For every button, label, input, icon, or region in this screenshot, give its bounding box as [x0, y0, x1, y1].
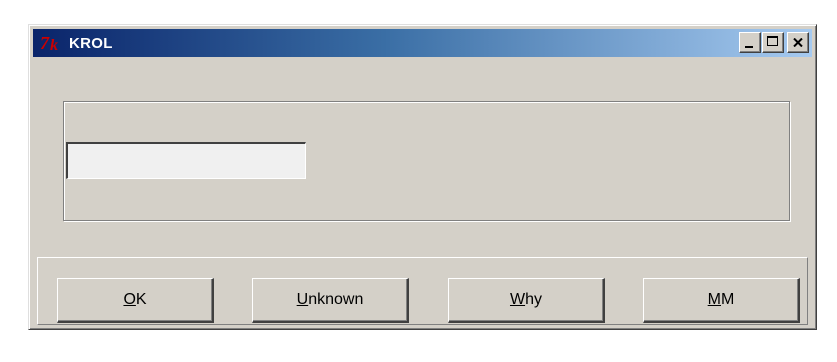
why-button-label: hy: [525, 291, 542, 308]
svg-text:k: k: [50, 37, 58, 53]
title-bar[interactable]: 7 k KROL: [33, 29, 812, 57]
krol-window: 7 k KROL OK Unknown W hy M M: [28, 24, 817, 330]
mm-button-accel: M: [707, 291, 721, 308]
tk-feather-icon[interactable]: 7 k: [39, 33, 67, 53]
minimize-button[interactable]: [739, 32, 761, 53]
svg-text:7: 7: [40, 33, 50, 53]
unknown-button-accel: U: [296, 291, 309, 308]
unknown-button[interactable]: Unknown: [252, 278, 409, 323]
close-icon: [788, 33, 808, 52]
ok-button-label: K: [135, 291, 147, 308]
window-title: KROL: [69, 34, 113, 52]
maximize-icon: [767, 36, 778, 46]
close-button[interactable]: [787, 32, 809, 53]
ok-button[interactable]: OK: [57, 278, 214, 323]
why-button-accel: W: [509, 291, 526, 308]
ok-button-accel: O: [123, 291, 136, 308]
title-bar-controls: [739, 32, 809, 53]
unknown-button-label: nknown: [308, 291, 364, 308]
text-entry[interactable]: [66, 142, 306, 179]
why-button[interactable]: Why: [448, 278, 605, 323]
minimize-icon: [745, 46, 753, 48]
mm-button-label: M: [721, 291, 735, 308]
mm-button[interactable]: MM: [643, 278, 800, 323]
maximize-button[interactable]: [762, 32, 784, 53]
